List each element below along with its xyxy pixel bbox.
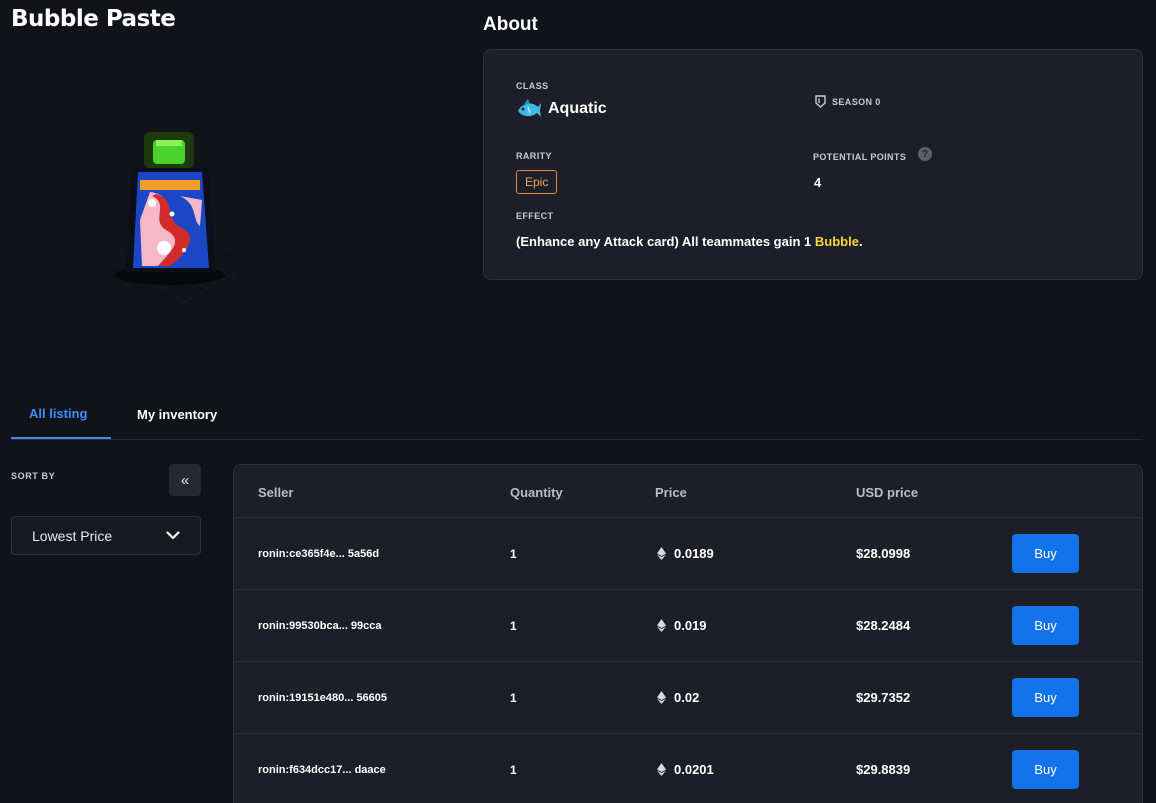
about-card: CLASS Aquatic SEASON 0 RARITY Epic POTEN… [483, 49, 1143, 280]
effect-amount: 1 [804, 234, 812, 249]
price: 0.0201 [657, 734, 714, 803]
buy-button[interactable]: Buy [1012, 606, 1079, 645]
effect-text: (Enhance any Attack card) All teammates … [516, 234, 863, 249]
ethereum-icon [657, 691, 666, 704]
effect-highlight: Bubble [814, 234, 859, 249]
buy-button[interactable]: Buy [1012, 678, 1079, 717]
effect-suffix: . [858, 234, 863, 249]
ethereum-icon [657, 763, 666, 776]
table-header: Seller Quantity Price USD price [234, 465, 1142, 518]
table-row: ronin:99530bca... 99cca 1 0.019 $28.2484… [234, 590, 1142, 662]
effect-prefix: (Enhance any Attack card) All teammates … [516, 234, 805, 249]
quantity: 1 [510, 762, 517, 777]
tab-my-inventory[interactable]: My inventory [119, 390, 235, 439]
price: 0.0189 [657, 518, 714, 589]
tab-all-listing[interactable]: All listing [11, 390, 111, 439]
price: 0.02 [657, 662, 699, 733]
quantity: 1 [510, 690, 517, 705]
class-value: Aquatic [516, 98, 607, 120]
page: Bubble Paste About CLASS Aquatic SEASON … [0, 0, 1156, 803]
buy-button[interactable]: Buy [1012, 750, 1079, 789]
class-name: Aquatic [548, 100, 607, 117]
double-chevron-left-icon: « [180, 471, 190, 489]
usd-price: $28.0998 [856, 546, 911, 561]
paste-tube-image [115, 132, 225, 285]
listing-table: Seller Quantity Price USD price ronin:ce… [233, 464, 1143, 803]
header-quantity: Quantity [510, 485, 563, 500]
item-title: Bubble Paste [11, 6, 176, 32]
seller-address[interactable]: ronin:19151e480... 56605 [258, 662, 387, 733]
header-seller: Seller [258, 485, 294, 500]
rarity-badge: Epic [516, 170, 558, 194]
buy-button[interactable]: Buy [1012, 534, 1079, 573]
ethereum-icon [657, 547, 666, 560]
header-usd-price: USD price [856, 485, 919, 500]
class-label: CLASS [516, 81, 549, 91]
price-value: 0.0189 [674, 546, 714, 561]
item-artwork [60, 100, 320, 350]
about-title: About [483, 14, 538, 35]
listing-tabs: All listing My inventory [11, 390, 1143, 440]
usd-price: $28.2484 [856, 618, 911, 633]
table-row: ronin:ce365f4e... 5a56d 1 0.0189 $28.099… [234, 518, 1142, 590]
price-value: 0.019 [674, 618, 707, 633]
shield-icon [815, 95, 826, 108]
sort-label: SORT BY [11, 471, 56, 481]
ethereum-icon [657, 619, 666, 632]
season: SEASON 0 [815, 95, 881, 108]
collapse-sidebar-button[interactable]: « [169, 464, 201, 496]
seller-address[interactable]: ronin:f634dcc17... daace [258, 734, 386, 803]
effect-label: EFFECT [516, 211, 554, 221]
price-value: 0.0201 [674, 762, 714, 777]
potential-points-value: 4 [814, 175, 822, 190]
usd-price: $29.7352 [856, 690, 911, 705]
usd-price: $29.8839 [856, 762, 911, 777]
quantity: 1 [510, 618, 517, 633]
header-price: Price [655, 485, 687, 500]
sort-dropdown[interactable]: Lowest Price [11, 516, 201, 555]
potential-points-label: POTENTIAL POINTS [813, 152, 907, 162]
seller-address[interactable]: ronin:ce365f4e... 5a56d [258, 518, 379, 589]
chevron-down-icon [166, 531, 180, 540]
season-label: SEASON 0 [832, 96, 881, 107]
sort-selected-value: Lowest Price [32, 527, 113, 544]
quantity: 1 [510, 546, 517, 561]
price-value: 0.02 [674, 690, 700, 705]
price: 0.019 [657, 590, 707, 661]
table-row: ronin:19151e480... 56605 1 0.02 $29.7352… [234, 662, 1142, 734]
question-icon[interactable]: ? [918, 147, 932, 161]
rarity-label: RARITY [516, 151, 552, 161]
fish-icon [518, 99, 541, 117]
table-row: ronin:f634dcc17... daace 1 0.0201 $29.88… [234, 734, 1142, 803]
seller-address[interactable]: ronin:99530bca... 99cca [258, 590, 382, 661]
